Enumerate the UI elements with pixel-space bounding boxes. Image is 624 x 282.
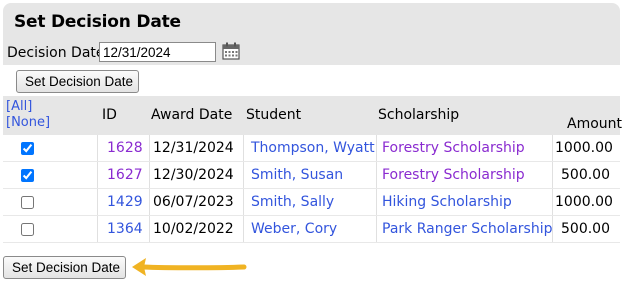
award-id-link[interactable]: 1628 xyxy=(107,135,143,162)
student-link[interactable]: Smith, Susan xyxy=(251,162,343,189)
page-title: Set Decision Date xyxy=(14,12,181,32)
award-date: 12/30/2024 xyxy=(153,167,234,183)
award-id-link[interactable]: 1364 xyxy=(107,216,143,243)
award-date: 06/07/2023 xyxy=(153,194,234,210)
award-id-link[interactable]: 1627 xyxy=(107,162,143,189)
calendar-icon[interactable] xyxy=(222,42,240,60)
amount-value: 1000.00 xyxy=(555,140,613,156)
student-link[interactable]: Weber, Cory xyxy=(251,216,337,243)
decision-date-label: Decision Date xyxy=(7,45,105,61)
column-header-amount: Amount xyxy=(567,116,623,132)
student-link[interactable]: Smith, Sally xyxy=(251,189,334,216)
award-date: 10/02/2022 xyxy=(153,221,234,237)
row-checkbox[interactable] xyxy=(21,169,34,182)
scholarship-link[interactable]: Forestry Scholarship xyxy=(382,135,525,162)
column-header-award-date: Award Date xyxy=(151,107,233,123)
set-decision-date-button-top[interactable]: Set Decision Date xyxy=(16,70,139,93)
column-header-id: ID xyxy=(102,107,117,123)
amount-value: 500.00 xyxy=(561,221,610,237)
table-row: 1628 12/31/2024 Thompson, Wyatt Forestry Sc… xyxy=(3,135,620,162)
decision-date-input[interactable] xyxy=(99,42,216,62)
column-header-student: Student xyxy=(246,107,302,123)
scholarship-link[interactable]: Park Ranger Scholarship xyxy=(382,216,552,243)
row-checkbox[interactable] xyxy=(21,196,34,209)
table-row: 1627 12/30/2024 Smith, Susan Forestry Schol… xyxy=(3,162,620,189)
amount-value: 1000.00 xyxy=(555,194,613,210)
set-decision-date-button-bottom[interactable]: Set Decision Date xyxy=(3,256,126,279)
row-checkbox[interactable] xyxy=(21,223,34,236)
amount-value: 500.00 xyxy=(561,167,610,183)
award-date: 12/31/2024 xyxy=(153,140,234,156)
select-all-link[interactable]: [All] xyxy=(6,99,50,115)
table-row: 1364 10/02/2022 Weber, Cory Park Ranger Sch… xyxy=(3,216,620,243)
table-row: 1429 06/07/2023 Smith, Sally Hiking Scholar… xyxy=(3,189,620,216)
scholarship-link[interactable]: Hiking Scholarship xyxy=(382,189,512,216)
student-link[interactable]: Thompson, Wyatt xyxy=(251,135,375,162)
select-none-link[interactable]: [None] xyxy=(6,115,50,131)
scholarship-link[interactable]: Forestry Scholarship xyxy=(382,162,525,189)
award-id-link[interactable]: 1429 xyxy=(107,189,143,216)
selection-links: [All] [None] xyxy=(6,99,50,131)
table-header xyxy=(3,96,620,135)
arrow-left-icon xyxy=(132,258,247,276)
row-checkbox[interactable] xyxy=(21,142,34,155)
column-header-scholarship: Scholarship xyxy=(378,107,460,123)
